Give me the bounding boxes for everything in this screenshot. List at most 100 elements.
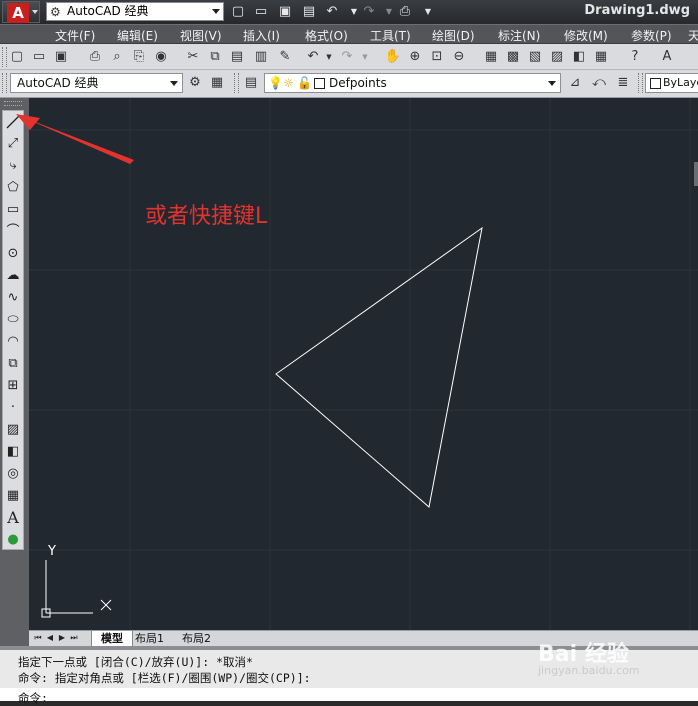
color-select[interactable]: ByLaye (645, 73, 698, 93)
add-selected-icon[interactable]: ● (3, 529, 23, 551)
circle-icon[interactable]: ⊙ (3, 243, 23, 265)
last-tab-icon[interactable]: ⏭ (69, 632, 79, 644)
region-icon[interactable]: ◎ (3, 463, 23, 485)
tool-palettes-icon[interactable]: ▧ (526, 48, 544, 66)
ucs-y-label: Y (48, 544, 56, 559)
workspace-select-value: AutoCAD 经典 (17, 76, 99, 90)
workspace-select[interactable]: ⚙ AutoCAD 经典 (46, 2, 224, 21)
toolbar-grip[interactable] (2, 73, 7, 93)
chevron-down-icon (32, 10, 38, 14)
layer-select[interactable]: 💡 ☼ 🔓 Defpoints (264, 73, 561, 93)
command-history-line: 命令: 指定对角点或 [栏选(F)/圈围(WP)/圈交(CP)]: (18, 671, 311, 685)
menu-draw[interactable]: 绘图(D) (432, 27, 475, 44)
menu-tools[interactable]: 工具(T) (370, 27, 411, 44)
make-current-layer-icon[interactable]: ⊿ (566, 74, 584, 92)
menu-insert[interactable]: 插入(I) (243, 27, 280, 44)
layer-color-swatch (314, 78, 325, 89)
calculator-icon[interactable]: ▦ (592, 48, 610, 66)
new-icon[interactable]: ▢ (229, 3, 247, 20)
ellipse-arc-icon[interactable]: ◠ (3, 331, 23, 353)
polygon-icon[interactable]: ⬠ (3, 177, 23, 199)
menu-format[interactable]: 格式(O) (305, 27, 348, 44)
workspace-select-value: AutoCAD 经典 (67, 4, 149, 18)
menu-edit[interactable]: 编辑(E) (117, 27, 158, 44)
layer-states-icon[interactable]: ≣ (614, 74, 632, 92)
zoom-realtime-icon[interactable]: ⊕ (406, 48, 424, 66)
chevron-down-icon (548, 81, 556, 86)
gradient-icon[interactable]: ◧ (3, 441, 23, 463)
text-style-icon[interactable]: A (658, 48, 676, 66)
menu-view[interactable]: 视图(V) (180, 27, 222, 44)
chevron-down-icon (170, 81, 178, 86)
workspace-settings-icon[interactable]: ▦ (208, 74, 226, 92)
design-center-icon[interactable]: ▩ (504, 48, 522, 66)
match-properties-icon[interactable]: ▥ (252, 48, 270, 66)
chevron-down-icon[interactable]: ▼ (320, 48, 338, 66)
menu-modify[interactable]: 修改(M) (564, 27, 608, 44)
scrollbar-thumb[interactable] (694, 162, 698, 186)
point-icon[interactable]: · (3, 397, 23, 419)
open-icon[interactable]: ▭ (30, 48, 48, 66)
copy-icon[interactable]: ⧉ (206, 48, 224, 66)
publish-icon[interactable]: ⎘ (130, 48, 148, 66)
open-icon[interactable]: ▭ (252, 3, 270, 20)
save-icon[interactable]: ▣ (52, 48, 70, 66)
plot-icon[interactable]: ⎙ (396, 3, 414, 20)
zoom-previous-icon[interactable]: ⊖ (450, 48, 468, 66)
redo-icon[interactable]: ↷ (338, 48, 356, 66)
mtext-icon[interactable]: A (3, 507, 23, 529)
workspace-select[interactable]: AutoCAD 经典 (10, 73, 183, 93)
menu-file[interactable]: 文件(F) (55, 27, 95, 44)
gear-icon: ⚙ (50, 5, 61, 19)
sheet-set-icon[interactable]: ▨ (548, 48, 566, 66)
command-prompt[interactable]: 命令: (18, 690, 48, 706)
make-block-icon[interactable]: ⊞ (3, 375, 23, 397)
first-tab-icon[interactable]: ⏮ (33, 632, 43, 644)
3d-print-icon[interactable]: ◉ (152, 48, 170, 66)
paste-icon[interactable]: ▤ (228, 48, 246, 66)
saveas-icon[interactable]: ▤ (300, 3, 318, 20)
pan-icon[interactable]: ✋ (384, 48, 402, 66)
revision-cloud-icon[interactable]: ☁ (3, 265, 23, 287)
menu-parametric[interactable]: 参数(P) (631, 27, 672, 44)
redo-icon[interactable]: ↷ (360, 3, 378, 20)
menu-bar: 文件(F) 编辑(E) 视图(V) 插入(I) 格式(O) 工具(T) 绘图(D… (0, 24, 698, 44)
previous-tab-icon[interactable]: ◀ (45, 632, 55, 644)
menu-dimension[interactable]: 标注(N) (498, 27, 540, 44)
toolbar-grip[interactable] (234, 73, 239, 93)
menu-window[interactable]: 天 (688, 27, 698, 44)
rectangle-icon[interactable]: ▭ (3, 199, 23, 221)
new-icon[interactable]: ▢ (8, 48, 26, 66)
properties-icon[interactable]: ▦ (482, 48, 500, 66)
tab-layout2[interactable]: 布局2 (182, 631, 211, 646)
tab-layout1[interactable]: 布局1 (135, 631, 164, 646)
zoom-window-icon[interactable]: ⊡ (428, 48, 446, 66)
hatch-icon[interactable]: ▨ (3, 419, 23, 441)
layer-thaw-icon: ☼ (283, 76, 294, 90)
command-history-line: 指定下一点或 [闭合(C)/放弃(U)]: *取消* (18, 655, 253, 669)
cut-icon[interactable]: ✂ (184, 48, 202, 66)
layer-previous-icon[interactable]: ⤺ (590, 74, 608, 92)
block-editor-icon[interactable]: ✎ (276, 48, 294, 66)
application-menu-button[interactable]: A (2, 1, 40, 23)
arc-icon[interactable]: ⌒ (3, 221, 23, 243)
layer-properties-icon[interactable]: ▤ (242, 74, 260, 92)
markup-icon[interactable]: ◧ (570, 48, 588, 66)
ellipse-icon[interactable]: ⬭ (3, 309, 23, 331)
next-tab-icon[interactable]: ▶ (57, 632, 67, 644)
toolbar-grip[interactable] (638, 73, 643, 93)
gear-icon[interactable]: ⚙ (186, 74, 204, 92)
tab-model[interactable]: 模型 (91, 631, 133, 647)
insert-block-icon[interactable]: ⧉ (3, 353, 23, 375)
plot-preview-icon[interactable]: ⌕ (108, 48, 126, 66)
plot-icon[interactable]: ⎙ (86, 48, 104, 66)
chevron-down-icon (212, 9, 220, 14)
chevron-down-icon[interactable]: ▼ (356, 48, 374, 66)
save-icon[interactable]: ▣ (276, 3, 294, 20)
undo-icon[interactable]: ↶ (323, 3, 341, 20)
spline-icon[interactable]: ∿ (3, 287, 23, 309)
help-icon[interactable]: ? (626, 48, 644, 66)
customize-icon[interactable]: ▼ (419, 3, 437, 20)
toolbar-grip[interactable] (2, 47, 7, 67)
table-icon[interactable]: ▦ (3, 485, 23, 507)
